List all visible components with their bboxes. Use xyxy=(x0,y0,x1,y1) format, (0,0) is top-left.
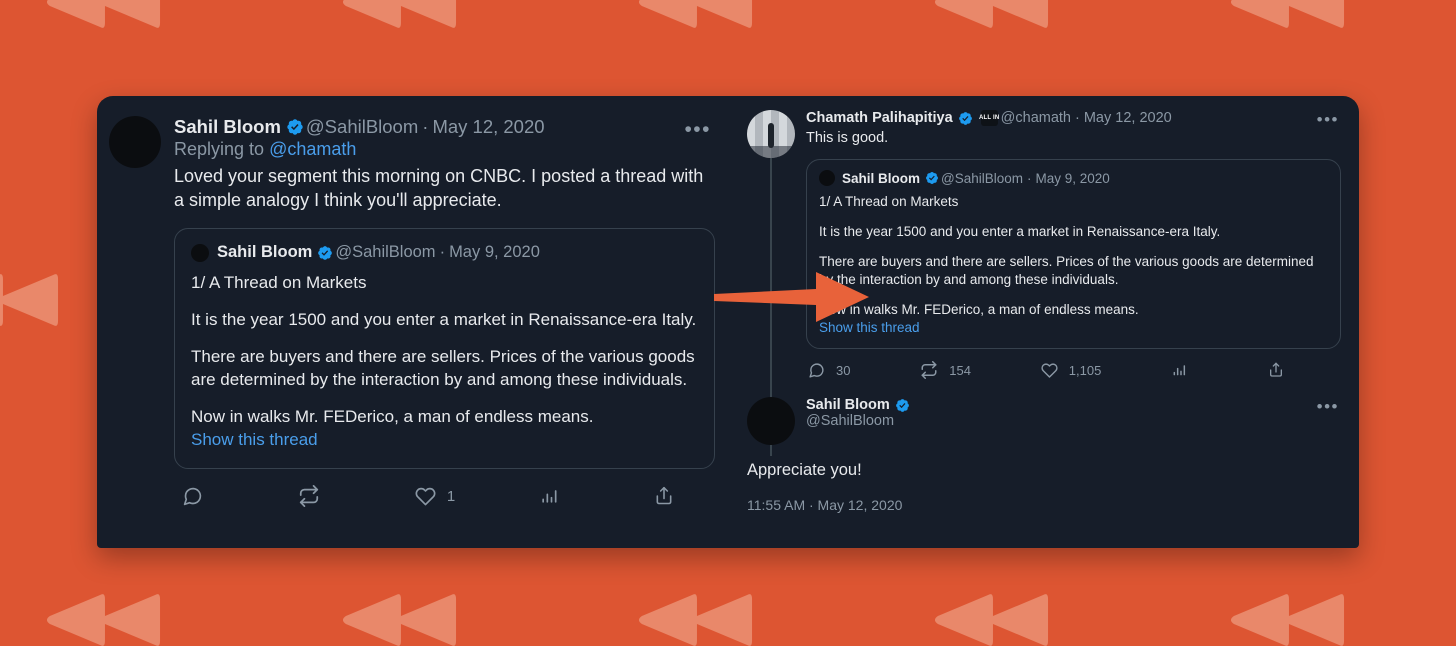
screenshot-card: ••• Sahil Bloom @SahilBloom · May 12, 20… xyxy=(97,96,1359,548)
analytics-button[interactable] xyxy=(539,486,570,506)
quoted-author-handle[interactable]: @SahilBloom xyxy=(335,243,435,262)
like-count: 1,105 xyxy=(1068,362,1102,378)
quoted-author-row: Sahil Bloom @SahilBloom · May 9, 2020 xyxy=(819,170,1328,186)
rewind-chevron-decoration xyxy=(44,590,162,646)
left-main-tweet: ••• Sahil Bloom @SahilBloom · May 12, 20… xyxy=(109,116,715,507)
author-handle[interactable]: @SahilBloom xyxy=(306,116,418,138)
avatar-quoted-sahil-bloom xyxy=(819,170,835,186)
reply-author-handle[interactable]: @SahilBloom xyxy=(806,413,1341,429)
left-tweet-action-bar: 1 xyxy=(174,485,715,507)
reply-count: 30 xyxy=(836,362,851,378)
quoted-tweet-date[interactable]: May 9, 2020 xyxy=(449,243,540,262)
replying-to-mention[interactable]: @chamath xyxy=(269,139,356,159)
more-options-icon[interactable]: ••• xyxy=(1317,397,1339,417)
more-options-icon[interactable]: ••• xyxy=(1317,110,1339,130)
avatar-sahil-bloom[interactable] xyxy=(109,116,161,168)
tweet-date[interactable]: May 12, 2020 xyxy=(432,116,544,138)
replying-to-line: Replying to @chamath xyxy=(174,139,715,160)
rewind-chevron-decoration xyxy=(1228,590,1346,646)
rewind-chevron-decoration xyxy=(44,0,162,32)
rewind-chevron-decoration xyxy=(932,590,1050,646)
right-main-tweet: ••• Chamath Palihapitiya ALL IN @chamath… xyxy=(747,110,1341,379)
quoted-paragraph: There are buyers and there are sellers. … xyxy=(819,254,1314,287)
right-tweet-author-row: Chamath Palihapitiya ALL IN @chamath · M… xyxy=(806,110,1341,126)
separator-dot: · xyxy=(422,116,429,137)
like-count: 1 xyxy=(446,487,456,505)
quoted-paragraph: 1/ A Thread on Markets xyxy=(191,273,367,292)
analytics-button[interactable] xyxy=(1171,362,1198,378)
right-reply-tweet: ••• Sahil Bloom @SahilBloom Appreciate y… xyxy=(747,397,1341,513)
quoted-tweet-date[interactable]: May 9, 2020 xyxy=(1036,171,1110,186)
separator-dot: · xyxy=(439,243,446,261)
reply-tweet-header: ••• Sahil Bloom @SahilBloom xyxy=(747,397,1341,445)
retweet-button[interactable] xyxy=(298,485,331,507)
avatar-chamath-palihapitiya[interactable] xyxy=(747,110,795,158)
separator-dot: · xyxy=(1027,170,1032,186)
share-button[interactable] xyxy=(654,486,685,506)
author-display-name[interactable]: Chamath Palihapitiya xyxy=(806,110,953,126)
like-button[interactable]: 1 xyxy=(415,486,455,507)
quoted-author-handle[interactable]: @SahilBloom xyxy=(941,171,1023,186)
right-quoted-body: 1/ A Thread on Markets It is the year 15… xyxy=(819,193,1328,319)
quoted-paragraph: It is the year 1500 and you enter a mark… xyxy=(191,310,697,329)
retweet-count: 154 xyxy=(949,362,971,378)
rewind-chevron-decoration xyxy=(932,0,1050,32)
quoted-paragraph: There are buyers and there are sellers. … xyxy=(191,347,695,389)
quoted-author-display-name[interactable]: Sahil Bloom xyxy=(217,243,312,262)
verified-badge-icon xyxy=(895,398,910,413)
rewind-chevron-decoration xyxy=(340,590,458,646)
rewind-chevron-decoration xyxy=(340,0,458,32)
reply-tweet-timestamp[interactable]: 11:55 AM · May 12, 2020 xyxy=(747,497,1341,513)
avatar-quoted-sahil-bloom xyxy=(191,243,209,262)
author-handle[interactable]: @chamath xyxy=(1001,110,1071,126)
affiliate-badge-icon[interactable]: ALL IN xyxy=(979,110,999,126)
avatar-sahil-bloom[interactable] xyxy=(747,397,795,445)
reply-author-row: Sahil Bloom xyxy=(806,397,1341,413)
quoted-paragraph: Now in walks Mr. FEDerico, a man of endl… xyxy=(819,302,1139,317)
left-tweet-body: Loved your segment this morning on CNBC.… xyxy=(174,166,704,210)
left-quoted-body: 1/ A Thread on Markets It is the year 15… xyxy=(191,271,698,428)
left-tweet-author-row: Sahil Bloom @SahilBloom · May 12, 2020 xyxy=(174,116,715,138)
rewind-chevron-decoration xyxy=(1228,0,1346,32)
rewind-chevron-decoration xyxy=(0,270,60,330)
reply-tweet-body: Appreciate you! xyxy=(747,461,862,479)
rewind-chevron-decoration xyxy=(636,0,754,32)
reply-button[interactable]: 30 xyxy=(808,362,850,379)
verified-badge-icon xyxy=(317,245,333,261)
left-quoted-tweet[interactable]: Sahil Bloom @SahilBloom · May 9, 2020 1/… xyxy=(174,228,715,469)
quoted-author-display-name[interactable]: Sahil Bloom xyxy=(842,171,920,186)
quoted-paragraph: 1/ A Thread on Markets xyxy=(819,194,959,209)
author-display-name[interactable]: Sahil Bloom xyxy=(806,397,890,413)
quoted-author-row: Sahil Bloom @SahilBloom · May 9, 2020 xyxy=(191,243,698,262)
left-tweet-column: ••• Sahil Bloom @SahilBloom · May 12, 20… xyxy=(97,96,737,548)
author-display-name[interactable]: Sahil Bloom xyxy=(174,116,281,138)
like-button[interactable]: 1,105 xyxy=(1041,362,1102,379)
verified-badge-icon xyxy=(925,171,939,185)
right-tweet-action-bar: 30 154 1,105 xyxy=(806,361,1341,379)
rewind-chevron-decoration xyxy=(636,590,754,646)
tweet-date[interactable]: May 12, 2020 xyxy=(1084,110,1172,126)
verified-badge-icon xyxy=(286,118,304,136)
quoted-paragraph: It is the year 1500 and you enter a mark… xyxy=(819,224,1221,239)
right-tweet-body: This is good. xyxy=(806,130,889,146)
quoted-paragraph: Now in walks Mr. FEDerico, a man of endl… xyxy=(191,407,594,426)
replying-to-prefix: Replying to xyxy=(174,139,270,159)
share-button[interactable] xyxy=(1268,362,1295,378)
reply-button[interactable] xyxy=(182,486,214,507)
separator-dot: · xyxy=(1075,110,1080,126)
right-tweet-column: ••• Chamath Palihapitiya ALL IN @chamath… xyxy=(737,96,1359,548)
verified-badge-icon xyxy=(958,111,973,126)
more-options-icon[interactable]: ••• xyxy=(684,118,711,142)
retweet-button[interactable]: 154 xyxy=(920,361,971,379)
right-quoted-tweet[interactable]: Sahil Bloom @SahilBloom · May 9, 2020 1/… xyxy=(806,159,1341,349)
show-thread-link[interactable]: Show this thread xyxy=(819,320,1328,335)
show-thread-link[interactable]: Show this thread xyxy=(191,430,698,450)
